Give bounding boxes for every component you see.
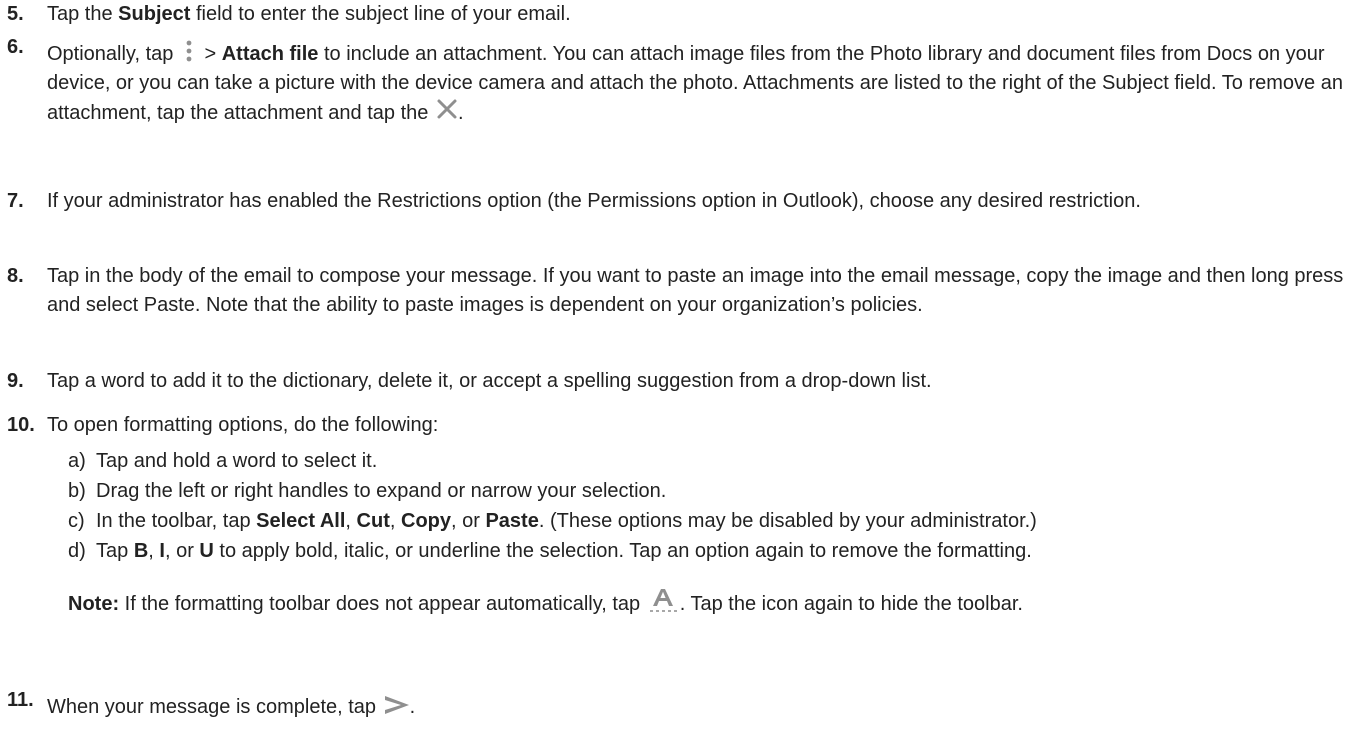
close-x-icon: [437, 99, 457, 119]
step-text: Tap in the body of the email to compose …: [47, 265, 1344, 316]
text-run: If the formatting toolbar does not appea…: [119, 593, 646, 615]
substep-marker: b): [68, 480, 86, 502]
ui-term-subject: Subject: [118, 3, 191, 25]
step-text: Optionally, tap > Attach file to include…: [47, 40, 1351, 128]
text-run: , or: [164, 540, 200, 562]
ui-term-attach-file: Attach file: [221, 43, 319, 65]
substep-c: c) In the toolbar, tap Select All, Cut, C…: [68, 507, 1351, 536]
step-10: 10. To open formatting options, do the f…: [7, 411, 1351, 440]
note: Note: If the formatting toolbar does not…: [68, 587, 1179, 619]
text-run: ,: [148, 540, 160, 562]
step-11: 11. When your message is complete, tap .: [7, 689, 1351, 722]
step-number: 8.: [7, 265, 24, 287]
substep-marker: c): [68, 510, 85, 532]
step-text: If your administrator has enabled the Re…: [47, 190, 1141, 212]
step-9: 9. Tap a word to add it to the dictionar…: [7, 367, 1351, 396]
substep-b: b) Drag the left or right handles to expa…: [68, 477, 1351, 506]
substep-a: a) Tap and hold a word to select it.: [68, 447, 1351, 476]
text-run: In the toolbar, tap: [96, 510, 257, 532]
instruction-document: 5. Tap the Subject field to enter the su…: [0, 0, 1359, 732]
text-run: .: [457, 102, 464, 124]
text-format-icon: [649, 589, 677, 612]
ui-term-select-all: Select All: [256, 510, 346, 532]
text-run: Optionally, tap: [47, 43, 179, 65]
step-number: 5.: [7, 3, 24, 25]
ui-term-underline: U: [199, 540, 214, 562]
text-run: Tap: [96, 540, 134, 562]
text-run: Tap the: [47, 3, 119, 25]
step-text: Tap a word to add it to the dictionary, …: [47, 370, 932, 392]
step-number: 10.: [7, 414, 35, 436]
substep-text: Tap and hold a word to select it.: [96, 450, 378, 472]
step-number: 11.: [7, 689, 34, 711]
step-7: 7. If your administrator has enabled the…: [7, 187, 1351, 216]
step-8: 8. Tap in the body of the email to compo…: [7, 262, 1351, 320]
step-text: When your message is complete, tap .: [47, 693, 1351, 722]
text-run: field to enter the subject line of your …: [190, 3, 571, 25]
text-run: ,: [345, 510, 357, 532]
text-run: to apply bold, italic, or underline the …: [213, 540, 1032, 562]
substep-text: Drag the left or right handles to expand…: [96, 480, 667, 502]
ui-term-cut: Cut: [356, 510, 390, 532]
step-number: 7.: [7, 190, 24, 212]
step-number: 6.: [7, 36, 24, 58]
ui-term-paste: Paste: [485, 510, 539, 532]
text-run: When your message is complete, tap: [47, 696, 382, 718]
substep-d: d) Tap B, I, or U to apply bold, italic, …: [68, 537, 1351, 566]
step-text: To open formatting options, do the follo…: [47, 414, 439, 436]
note-label: Note:: [68, 593, 120, 615]
step-text: Tap the Subject field to enter the subje…: [47, 0, 1351, 29]
step-6: 6. Optionally, tap > Attach file to incl…: [7, 36, 1351, 128]
substep-marker: a): [68, 450, 86, 472]
text-run: .: [409, 696, 416, 718]
text-run: ,: [389, 510, 401, 532]
ui-term-copy: Copy: [401, 510, 451, 532]
step-number: 9.: [7, 370, 24, 392]
text-run: . (These options may be disabled by your…: [538, 510, 1037, 532]
text-run: , or: [451, 510, 486, 532]
send-icon: [384, 696, 409, 714]
more-vertical-icon: [186, 40, 192, 62]
ui-term-bold: B: [133, 540, 149, 562]
substep-marker: d): [68, 540, 86, 562]
text-run: >: [198, 43, 222, 65]
step-5: 5. Tap the Subject field to enter the su…: [7, 0, 1351, 29]
text-run: . Tap the icon again to hide the toolbar…: [679, 593, 1023, 615]
